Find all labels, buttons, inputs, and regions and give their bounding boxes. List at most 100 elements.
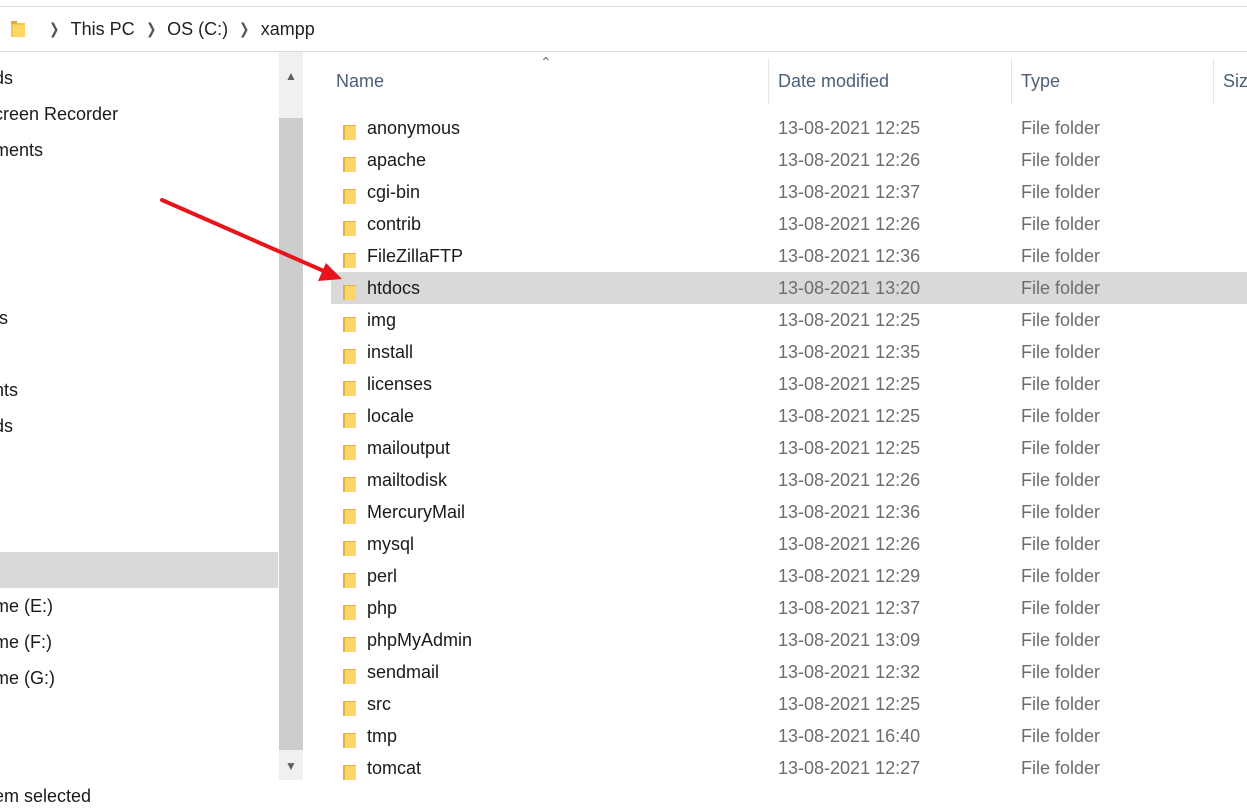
column-header-date-modified[interactable]: Date modified (778, 58, 1008, 104)
file-name: img (367, 310, 397, 330)
file-date-modified: 13-08-2021 12:32 (778, 662, 921, 682)
table-row[interactable]: cgi-bin 13-08-2021 12:37 File folder (331, 176, 1247, 208)
file-name: mailtodisk (367, 470, 448, 490)
table-row[interactable]: install 13-08-2021 12:35 File folder (331, 336, 1247, 368)
file-type: File folder (1021, 662, 1101, 682)
chevron-right-icon[interactable]: ❯ (146, 20, 156, 38)
folder-icon (341, 215, 359, 236)
file-type: File folder (1021, 406, 1101, 426)
file-date-modified: 13-08-2021 12:25 (778, 310, 921, 330)
nav-item-drive-g[interactable]: me (G:) (0, 660, 278, 696)
folder-icon (341, 695, 359, 716)
table-row[interactable]: apache 13-08-2021 12:26 File folder (331, 144, 1247, 176)
folder-icon (341, 151, 359, 172)
table-row[interactable]: mailoutput 13-08-2021 12:25 File folder (331, 432, 1247, 464)
folder-icon (341, 503, 359, 524)
folder-icon (341, 183, 359, 204)
file-type: File folder (1021, 534, 1101, 554)
file-date-modified: 13-08-2021 12:36 (778, 502, 921, 522)
folder-icon (341, 727, 359, 748)
column-divider[interactable] (1011, 58, 1012, 104)
file-type: File folder (1021, 342, 1101, 362)
nav-item-drive-f[interactable]: me (F:) (0, 624, 278, 660)
folder-icon (341, 119, 359, 140)
file-type: File folder (1021, 758, 1101, 778)
folder-icon (341, 343, 359, 364)
status-bar-text: em selected (0, 786, 92, 806)
breadcrumb-item-xampp[interactable]: xampp (261, 19, 315, 40)
file-date-modified: 13-08-2021 12:25 (778, 694, 921, 714)
table-row[interactable]: phpMyAdmin 13-08-2021 13:09 File folder (331, 624, 1247, 656)
nav-item[interactable]: ts (0, 300, 278, 336)
file-type: File folder (1021, 598, 1101, 618)
folder-icon (341, 247, 359, 268)
file-name: sendmail (367, 662, 440, 682)
folder-icon (341, 279, 359, 300)
nav-item-selected[interactable] (0, 552, 278, 588)
table-row[interactable]: tmp 13-08-2021 16:40 File folder (331, 720, 1247, 752)
nav-item-drive-e[interactable]: me (E:) (0, 588, 278, 624)
column-header-name[interactable]: Name (336, 58, 766, 104)
table-row[interactable]: htdocs 13-08-2021 13:20 File folder (331, 272, 1247, 304)
file-date-modified: 13-08-2021 12:29 (778, 566, 921, 586)
table-row[interactable]: mysql 13-08-2021 12:26 File folder (331, 528, 1247, 560)
table-row[interactable]: tomcat 13-08-2021 12:27 File folder (331, 752, 1247, 784)
file-name: mysql (367, 534, 415, 554)
file-type: File folder (1021, 214, 1101, 234)
column-divider[interactable] (768, 58, 769, 104)
table-row[interactable]: php 13-08-2021 12:37 File folder (331, 592, 1247, 624)
breadcrumb-item-this-pc[interactable]: This PC (71, 19, 135, 40)
nav-item[interactable]: nts (0, 372, 278, 408)
nav-item[interactable]: ds (0, 408, 278, 444)
nav-scrollbar-thumb[interactable] (279, 118, 303, 750)
folder-icon (341, 439, 359, 460)
file-date-modified: 13-08-2021 12:37 (778, 598, 921, 618)
table-row[interactable]: licenses 13-08-2021 12:25 File folder (331, 368, 1247, 400)
file-name: anonymous (367, 118, 461, 138)
nav-item[interactable]: ments (0, 132, 278, 168)
folder-icon (341, 375, 359, 396)
folder-icon (341, 599, 359, 620)
table-row[interactable]: contrib 13-08-2021 12:26 File folder (331, 208, 1247, 240)
file-type: File folder (1021, 726, 1101, 746)
folder-icon (341, 471, 359, 492)
nav-item[interactable]: ds (0, 60, 278, 96)
table-row[interactable]: mailtodisk 13-08-2021 12:26 File folder (331, 464, 1247, 496)
file-date-modified: 13-08-2021 12:25 (778, 374, 921, 394)
file-name: FileZillaFTP (367, 246, 464, 266)
chevron-right-icon[interactable]: ❯ (49, 20, 59, 38)
table-row[interactable]: MercuryMail 13-08-2021 12:36 File folder (331, 496, 1247, 528)
table-row[interactable]: FileZillaFTP 13-08-2021 12:36 File folder (331, 240, 1247, 272)
file-type: File folder (1021, 438, 1101, 458)
file-type: File folder (1021, 118, 1101, 138)
file-date-modified: 13-08-2021 12:25 (778, 406, 921, 426)
table-row[interactable]: sendmail 13-08-2021 12:32 File folder (331, 656, 1247, 688)
folder-icon (10, 20, 26, 38)
table-row[interactable]: img 13-08-2021 12:25 File folder (331, 304, 1247, 336)
file-date-modified: 13-08-2021 12:26 (778, 150, 921, 170)
nav-item[interactable]: creen Recorder (0, 96, 278, 132)
file-date-modified: 13-08-2021 12:25 (778, 438, 921, 458)
file-name: src (367, 694, 391, 714)
column-header-type[interactable]: Type (1021, 58, 1211, 104)
table-row[interactable]: perl 13-08-2021 12:29 File folder (331, 560, 1247, 592)
file-date-modified: 13-08-2021 12:35 (778, 342, 921, 362)
address-bar[interactable]: ❯ This PC ❯ OS (C:) ❯ xampp (0, 6, 1247, 52)
file-name: phpMyAdmin (367, 630, 473, 650)
file-name: MercuryMail (367, 502, 466, 522)
column-divider[interactable] (1213, 58, 1214, 104)
table-row[interactable]: anonymous 13-08-2021 12:25 File folder (331, 112, 1247, 144)
file-date-modified: 13-08-2021 12:36 (778, 246, 921, 266)
navigation-pane: ds creen Recorder ments ts nts ds me (E:… (0, 52, 278, 792)
table-row[interactable]: src 13-08-2021 12:25 File folder (331, 688, 1247, 720)
scroll-up-icon[interactable]: ▲ (279, 64, 303, 88)
table-row[interactable]: locale 13-08-2021 12:25 File folder (331, 400, 1247, 432)
file-name: mailoutput (367, 438, 451, 458)
breadcrumb-item-os-c[interactable]: OS (C:) (167, 19, 228, 40)
file-name: htdocs (367, 278, 421, 298)
column-header-size[interactable]: Siz (1223, 58, 1247, 104)
file-name: tmp (367, 726, 398, 746)
scroll-down-icon[interactable]: ▼ (279, 754, 303, 778)
chevron-right-icon[interactable]: ❯ (239, 20, 249, 38)
file-type: File folder (1021, 470, 1101, 490)
